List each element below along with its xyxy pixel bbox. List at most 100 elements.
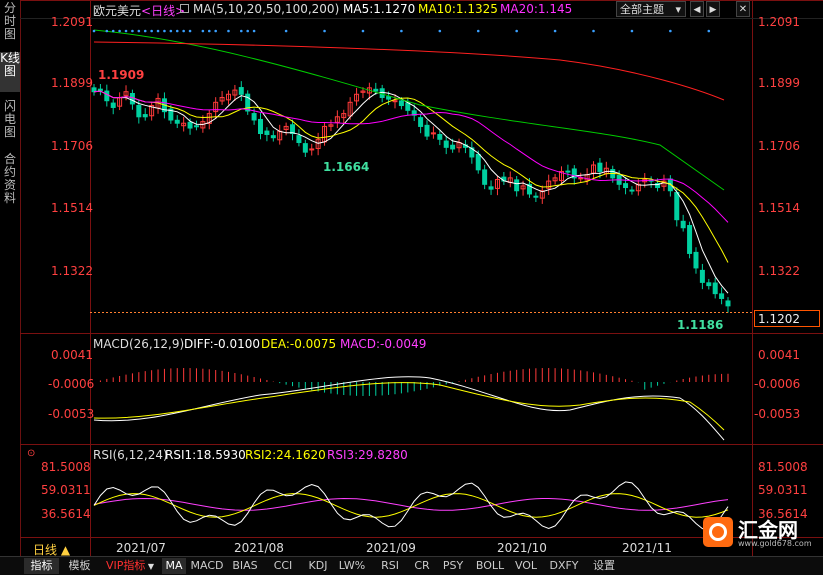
price-tick-right: 1.1899 [758, 76, 800, 90]
macd-tick-left: 0.0041 [51, 348, 93, 362]
candle-body [418, 117, 424, 127]
signal-dot [131, 29, 134, 33]
candle-body [725, 300, 731, 307]
signal-dot [227, 29, 230, 33]
candle-body [136, 105, 142, 118]
last-low-label: 1.1186 [677, 318, 724, 332]
rsi-tick-right: 81.5008 [758, 460, 808, 474]
ma-params: MA(5,10,20,50,100,200) [193, 2, 340, 16]
chevron-down-icon: ▾ [675, 3, 681, 16]
ma100-line [93, 41, 725, 101]
nav-right-button[interactable]: ▶ [706, 1, 720, 17]
signal-dot [630, 29, 634, 33]
tab-vip-indicators[interactable]: VIP指标 ▼ [101, 558, 159, 574]
signal-dot [400, 29, 403, 33]
signal-dot [124, 29, 128, 33]
signal-dot [143, 29, 147, 33]
candle-body [488, 186, 494, 190]
tab-templates[interactable]: 模板 [62, 558, 97, 574]
ma-grid-icon[interactable] [180, 4, 189, 13]
candle-body [97, 88, 103, 91]
theme-select[interactable]: 全部主题 ▾ [616, 1, 686, 17]
candle-body [373, 88, 379, 92]
macd-diff: DIFF:-0.0100 [184, 337, 261, 351]
candle-body [110, 102, 116, 108]
candle-body [193, 125, 199, 128]
candle-body [264, 130, 270, 135]
candle-body [258, 118, 264, 135]
candle-body [251, 113, 257, 121]
signal-dot [175, 29, 179, 33]
tab-settings[interactable]: 设置 [587, 558, 621, 574]
candle-body [270, 135, 276, 139]
candle-body [680, 220, 686, 229]
price-tick-right: 1.2091 [758, 15, 800, 29]
tab-bias[interactable]: BIAS [228, 558, 262, 574]
signal-dot [553, 29, 557, 33]
high-price-label: 1.1909 [98, 68, 145, 82]
ma5-value: MA5:1.1270 [343, 2, 416, 16]
candle-body [405, 102, 411, 111]
ma10-value: MA10:1.1325 [418, 2, 498, 16]
signal-dot [150, 29, 153, 33]
signal-dot [111, 29, 115, 33]
signal-dot [246, 29, 249, 33]
price-tick-left: 1.1899 [51, 76, 93, 90]
tab-kdj[interactable]: KDJ [303, 558, 333, 574]
candle-body [533, 195, 539, 198]
candle-body [597, 162, 603, 172]
candle-body [386, 96, 392, 100]
candle-body [238, 87, 244, 95]
ma20-value: MA20:1.145 [500, 2, 573, 16]
tab-ma[interactable]: MA [162, 558, 186, 574]
signal-dot [118, 29, 121, 33]
time-label: 2021/10 [497, 541, 547, 555]
rsi3-line [93, 497, 729, 511]
candle-body [174, 119, 180, 124]
time-label: 2021/09 [366, 541, 416, 555]
low-price-label: 1.1664 [323, 160, 370, 174]
signal-dot [669, 29, 672, 33]
tab-rsi[interactable]: RSI [376, 558, 404, 574]
brand-url: www.gold678.com [738, 539, 812, 548]
close-icon[interactable]: ✕ [736, 1, 750, 17]
tab-psy[interactable]: PSY [438, 558, 468, 574]
signal-dot [182, 29, 185, 33]
tab-boll[interactable]: BOLL [473, 558, 507, 574]
tab-cci[interactable]: CCI [266, 558, 300, 574]
time-label: 2021/07 [116, 541, 166, 555]
signal-dot [515, 29, 518, 33]
candle-body [514, 179, 520, 192]
candle-body [296, 135, 302, 144]
symbol-name: 欧元美元<日线> [93, 4, 186, 18]
tab-dxfy[interactable]: DXFY [546, 558, 582, 574]
macd-tick-right: -0.0053 [754, 407, 801, 421]
rsi-tick-left: 36.5614 [41, 507, 91, 521]
current-price-badge: 1.1202 [754, 310, 820, 327]
tab-lw[interactable]: LW% [336, 558, 368, 574]
price-tick-right: 1.1514 [758, 201, 800, 215]
tab-cr[interactable]: CR [410, 558, 434, 574]
rsi1-value: RSI1:18.5930 [165, 448, 246, 462]
signal-dot [201, 29, 205, 33]
macd-tick-left: -0.0006 [48, 377, 95, 391]
macd-value: MACD:-0.0049 [340, 337, 427, 351]
tab-indicators[interactable]: 指标 [24, 558, 59, 574]
tab-macd[interactable]: MACD [190, 558, 224, 574]
candle-body [309, 148, 315, 151]
ma10-line [93, 90, 729, 263]
chart-canvas[interactable] [0, 0, 823, 574]
signal-dot [476, 29, 480, 33]
target-icon[interactable]: ⊙ [27, 448, 35, 459]
candle-body [565, 170, 571, 173]
candle-body [482, 169, 488, 185]
rsi-title: RSI(6,12,24) [93, 448, 168, 462]
candle-body [475, 153, 481, 171]
signal-dot [323, 29, 326, 33]
candle-body [398, 100, 404, 107]
candle-body [142, 114, 148, 118]
candle-body [290, 124, 296, 135]
nav-left-button[interactable]: ◀ [690, 1, 704, 17]
tab-vol[interactable]: VOL [511, 558, 541, 574]
signal-dot [214, 29, 217, 33]
